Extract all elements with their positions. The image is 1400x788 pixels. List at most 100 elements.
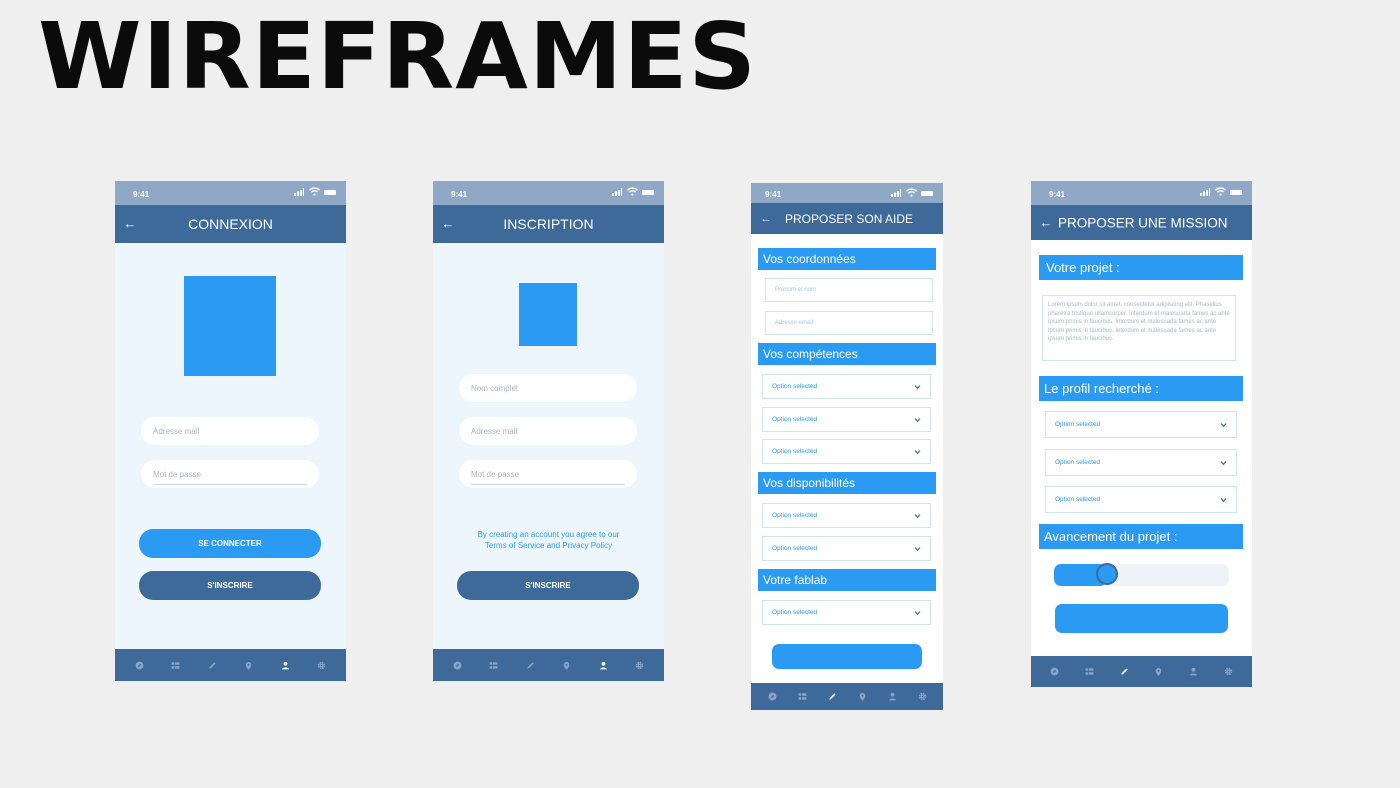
- section-disponibilites: Vos disponibilités: [758, 472, 936, 494]
- battery-icon: [642, 190, 654, 195]
- pencil-icon[interactable]: [205, 658, 219, 672]
- project-description[interactable]: Lorem ipsum dolor sit amet, consectetur …: [1042, 295, 1236, 361]
- logo-placeholder: [519, 283, 577, 346]
- header: ← PROPOSER SON AIDE: [751, 203, 943, 234]
- terms-link[interactable]: Terms of Service and Privacy Policy: [433, 540, 664, 551]
- grid-icon[interactable]: [795, 690, 809, 704]
- wifi-icon: [1215, 187, 1226, 196]
- section-avancement: Avancement du projet :: [1039, 524, 1243, 549]
- phone-proposer-mission: 9:41 ← PROPOSER UNE MISSION Votre projet…: [1031, 181, 1252, 687]
- signal-icon: [1200, 188, 1210, 196]
- disponibilite-select-2[interactable]: Option selected: [762, 536, 931, 561]
- connect-button-label: SE CONNECTER: [198, 539, 262, 548]
- status-time: 9:41: [451, 190, 468, 199]
- bottom-nav: [1031, 656, 1252, 687]
- email-placeholder: Adresse mail: [153, 426, 200, 436]
- user-icon[interactable]: [1187, 665, 1201, 679]
- section-disponibilites-label: Vos disponibilités: [763, 476, 856, 490]
- submit-button[interactable]: [772, 644, 922, 669]
- pencil-icon[interactable]: [1117, 665, 1131, 679]
- profil-select-1[interactable]: Option selected: [1045, 411, 1237, 438]
- location-icon[interactable]: [855, 690, 869, 704]
- compass-icon[interactable]: [765, 690, 779, 704]
- status-time: 9:41: [765, 190, 782, 199]
- location-icon[interactable]: [1152, 665, 1166, 679]
- bottom-nav: [751, 683, 943, 710]
- signal-icon: [612, 188, 622, 196]
- grid-icon[interactable]: [169, 658, 183, 672]
- chevron-down-icon: [914, 384, 921, 389]
- grid-icon[interactable]: [487, 658, 501, 672]
- chevron-down-icon: [1220, 460, 1227, 465]
- battery-icon: [921, 191, 933, 196]
- submit-button[interactable]: [1055, 604, 1228, 633]
- pencil-icon[interactable]: [825, 690, 839, 704]
- password-field[interactable]: Mot de passe: [459, 460, 637, 488]
- competence-select-1[interactable]: Option selected: [762, 374, 931, 399]
- logo-placeholder: [184, 276, 276, 376]
- competence-select-2[interactable]: Option selected: [762, 407, 931, 432]
- select-value: Option selected: [772, 383, 818, 390]
- status-bar: 9:41: [115, 181, 346, 205]
- back-arrow-icon[interactable]: ←: [1039, 215, 1053, 230]
- profil-select-3[interactable]: Option selected: [1045, 486, 1237, 513]
- select-value: Option selected: [1055, 421, 1101, 428]
- competence-select-3[interactable]: Option selected: [762, 439, 931, 464]
- gear-icon[interactable]: [633, 658, 647, 672]
- compass-icon[interactable]: [1047, 665, 1061, 679]
- email-field[interactable]: Adresse email: [765, 311, 933, 335]
- user-icon[interactable]: [885, 690, 899, 704]
- screen-title: INSCRIPTION: [503, 216, 594, 232]
- terms-line-1: By creating an account you agree to our: [477, 530, 620, 539]
- section-fablab-label: Votre fablab: [763, 573, 828, 587]
- chevron-down-icon: [1220, 422, 1227, 427]
- section-profil: Le profil recherché :: [1039, 376, 1243, 401]
- chevron-down-icon: [1220, 497, 1227, 502]
- progress-slider-knob[interactable]: [1095, 563, 1118, 585]
- name-field[interactable]: Prénom et nom: [765, 278, 933, 302]
- gear-icon[interactable]: [1222, 665, 1236, 679]
- pencil-icon[interactable]: [523, 658, 537, 672]
- header: ← PROPOSER UNE MISSION: [1031, 205, 1252, 240]
- user-icon[interactable]: [596, 658, 610, 672]
- compass-icon[interactable]: [450, 658, 464, 672]
- select-value: Option selected: [1055, 459, 1101, 466]
- project-description-text: Lorem ipsum dolor sit amet, consectetur …: [1048, 302, 1230, 343]
- location-icon[interactable]: [242, 658, 256, 672]
- battery-icon: [324, 190, 336, 195]
- signup-button[interactable]: S'INSCRIRE: [139, 571, 321, 600]
- password-placeholder: Mot de passe: [153, 469, 202, 479]
- signal-icon: [294, 188, 304, 196]
- phone-proposer-aide: 9:41 ← PROPOSER SON AIDE Vos coordonnées…: [751, 183, 943, 710]
- wifi-icon: [627, 187, 638, 196]
- email-field[interactable]: Adresse mail: [459, 417, 637, 445]
- section-coordonnees: Vos coordonnées: [758, 248, 936, 270]
- name-placeholder: Nom complet: [471, 383, 519, 393]
- user-icon[interactable]: [278, 658, 292, 672]
- email-field[interactable]: Adresse mail: [141, 417, 319, 445]
- section-projet: Votre projet :: [1039, 255, 1243, 280]
- progress-slider[interactable]: [1054, 563, 1229, 586]
- status-bar: 9:41: [433, 181, 664, 205]
- section-coordonnees-label: Vos coordonnées: [763, 252, 856, 266]
- profil-select-2[interactable]: Option selected: [1045, 449, 1237, 476]
- select-value: Option selected: [772, 545, 818, 552]
- password-field[interactable]: Mot de passe: [141, 460, 319, 488]
- disponibilite-select-1[interactable]: Option selected: [762, 503, 931, 528]
- status-time: 9:41: [1049, 190, 1066, 199]
- back-arrow-icon[interactable]: ←: [759, 212, 773, 226]
- chevron-down-icon: [914, 449, 921, 454]
- gear-icon[interactable]: [915, 690, 929, 704]
- wifi-icon: [309, 187, 320, 196]
- battery-icon: [1230, 190, 1242, 195]
- location-icon[interactable]: [560, 658, 574, 672]
- signup-button[interactable]: S'INSCRIRE: [457, 571, 639, 600]
- fablab-select[interactable]: Option selected: [762, 600, 931, 625]
- compass-icon[interactable]: [132, 658, 146, 672]
- gear-icon[interactable]: [315, 658, 329, 672]
- grid-icon[interactable]: [1082, 665, 1096, 679]
- connect-button[interactable]: SE CONNECTER: [139, 529, 321, 558]
- terms-text: By creating an account you agree to our …: [433, 529, 664, 551]
- header: ← CONNEXION: [115, 205, 346, 243]
- name-field[interactable]: Nom complet: [459, 374, 637, 402]
